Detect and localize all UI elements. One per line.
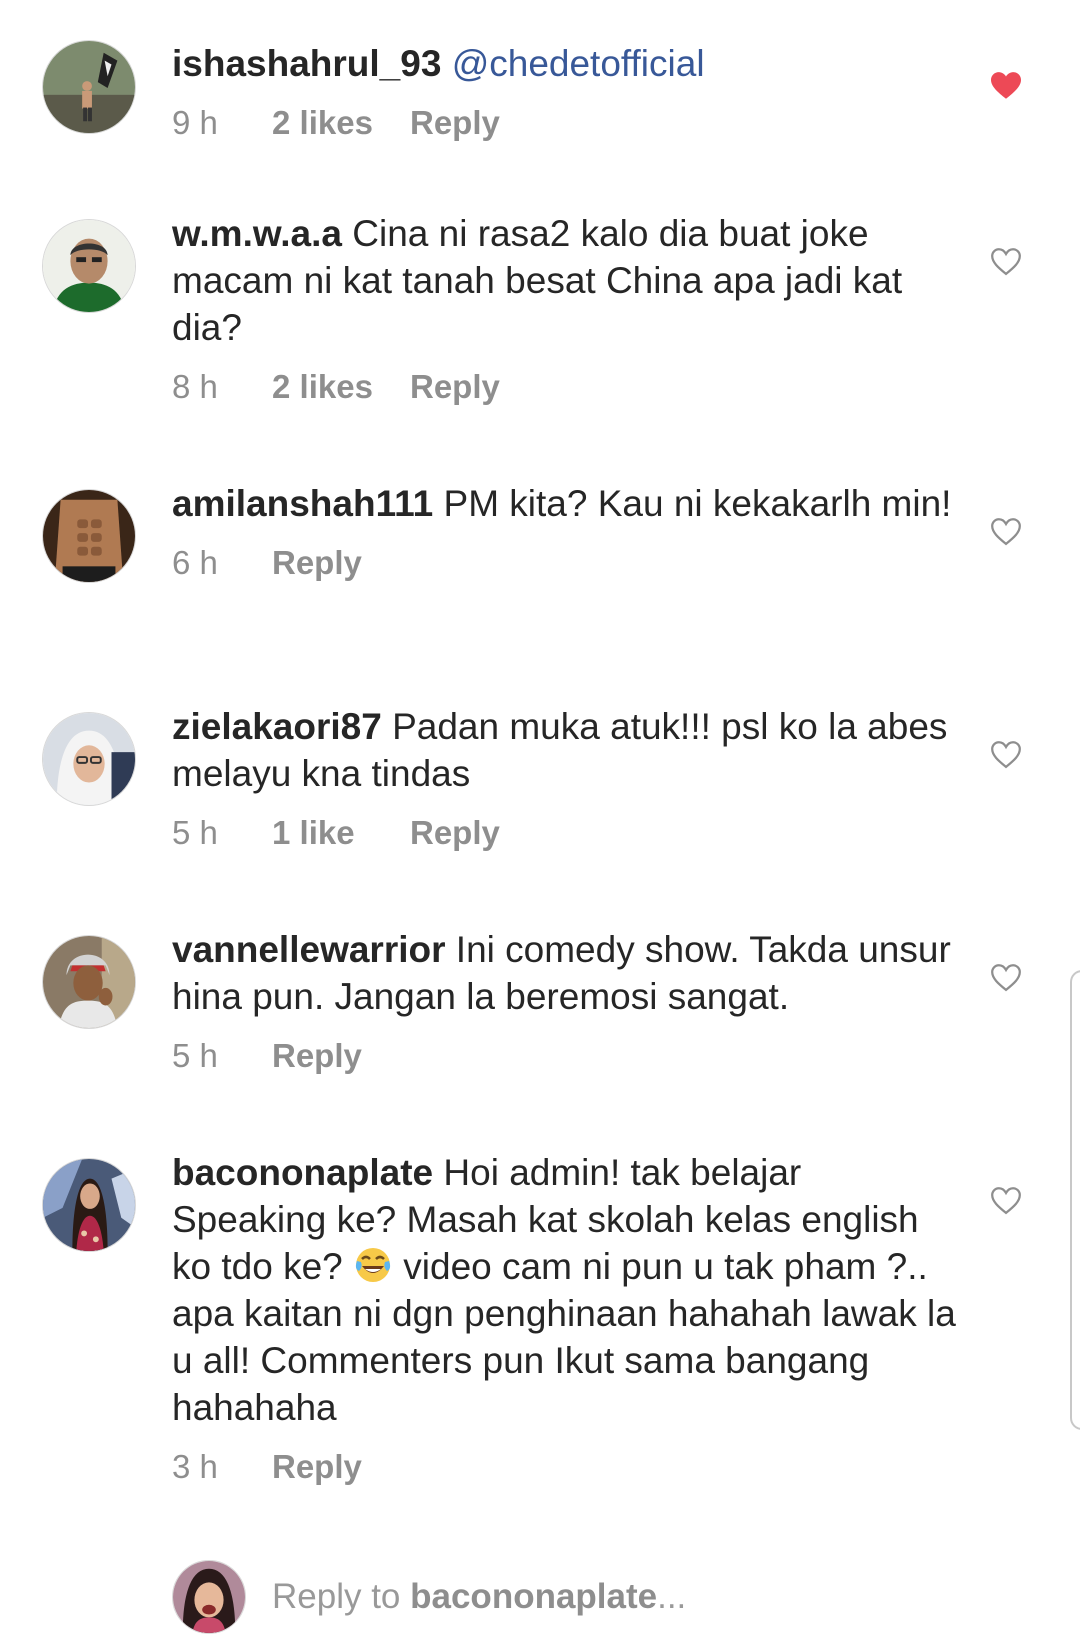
reply-button[interactable]: Reply — [272, 543, 362, 583]
face-with-tears-of-joy-icon — [353, 1245, 393, 1285]
comment-likes[interactable]: 2 likes — [272, 103, 410, 143]
reply-target-username: bacononaplate — [410, 1577, 658, 1616]
heart-outline-icon[interactable] — [988, 243, 1024, 279]
comment-text: ishashahrul_93 @chedetofficial — [172, 40, 962, 87]
comment-time: 6 h — [172, 544, 218, 581]
comment-username[interactable]: w.m.w.a.a — [172, 213, 342, 254]
comment-likes[interactable]: 2 likes — [272, 367, 410, 407]
comment-content: amilanshah111 PM kita? Kau ni kekakarlh … — [172, 480, 962, 583]
comment-username[interactable]: ishashahrul_93 — [172, 43, 441, 84]
comment-content: vannellewarrior Ini comedy show. Takda u… — [172, 926, 962, 1076]
reply-button[interactable]: Reply — [272, 1036, 362, 1076]
comment-text: bacononaplate Hoi admin! tak belajar Spe… — [172, 1149, 962, 1431]
comment-meta: 3 h Reply — [172, 1447, 962, 1487]
comment-meta: 5 h Reply — [172, 1036, 962, 1076]
comment-mention[interactable]: @chedetofficial — [452, 43, 705, 84]
scrollbar[interactable] — [1070, 970, 1080, 1430]
comment-time: 8 h — [172, 368, 218, 405]
comment-time: 5 h — [172, 814, 218, 851]
heart-outline-icon[interactable] — [988, 1182, 1024, 1218]
reply-button[interactable]: Reply — [410, 367, 500, 407]
comment-content: bacononaplate Hoi admin! tak belajar Spe… — [172, 1149, 962, 1487]
heart-outline-icon[interactable] — [988, 513, 1024, 549]
comment-time: 5 h — [172, 1037, 218, 1074]
comment-username[interactable]: bacononaplate — [172, 1152, 433, 1193]
comment-username[interactable]: amilanshah111 — [172, 483, 433, 524]
avatar[interactable] — [42, 219, 136, 313]
comment-username[interactable]: zielakaori87 — [172, 706, 382, 747]
avatar[interactable] — [42, 40, 136, 134]
comment-likes[interactable]: 1 like — [272, 813, 410, 853]
reply-input[interactable]: Reply to bacononaplate... — [272, 1575, 686, 1619]
reply-button[interactable]: Reply — [410, 103, 500, 143]
avatar[interactable] — [42, 712, 136, 806]
comment-content: ishashahrul_93 @chedetofficial 9 h 2 lik… — [172, 40, 962, 143]
avatar[interactable] — [42, 935, 136, 1029]
comment-meta: 9 h 2 likes Reply — [172, 103, 962, 143]
avatar[interactable] — [42, 1158, 136, 1252]
comment-text: vannellewarrior Ini comedy show. Takda u… — [172, 926, 962, 1020]
reply-composer: Reply to bacononaplate... — [0, 1555, 1080, 1634]
reply-button[interactable]: Reply — [272, 1447, 362, 1487]
heart-outline-icon[interactable] — [988, 736, 1024, 772]
comment-username[interactable]: vannellewarrior — [172, 929, 446, 970]
avatar[interactable] — [42, 489, 136, 583]
heart-outline-icon[interactable] — [988, 959, 1024, 995]
comment-meta: 6 h Reply — [172, 543, 962, 583]
comment-text: zielakaori87 Padan muka atuk!!! psl ko l… — [172, 703, 962, 797]
reply-prefix: Reply to — [272, 1577, 411, 1616]
comment-content: w.m.w.a.a Cina ni rasa2 kalo dia buat jo… — [172, 210, 962, 407]
reply-button[interactable]: Reply — [410, 813, 500, 853]
comment-meta: 8 h 2 likes Reply — [172, 367, 962, 407]
heart-filled-icon[interactable] — [988, 67, 1024, 103]
comment-content: zielakaori87 Padan muka atuk!!! psl ko l… — [172, 703, 962, 853]
comment-meta: 5 h 1 like Reply — [172, 813, 962, 853]
comment-text: w.m.w.a.a Cina ni rasa2 kalo dia buat jo… — [172, 210, 962, 351]
comment-text: amilanshah111 PM kita? Kau ni kekakarlh … — [172, 480, 962, 527]
comment-body: PM kita? Kau ni kekakarlh min! — [443, 483, 952, 524]
comment-time: 9 h — [172, 104, 218, 141]
reply-suffix: ... — [657, 1577, 687, 1616]
comment-time: 3 h — [172, 1448, 218, 1485]
current-user-avatar — [172, 1560, 246, 1634]
